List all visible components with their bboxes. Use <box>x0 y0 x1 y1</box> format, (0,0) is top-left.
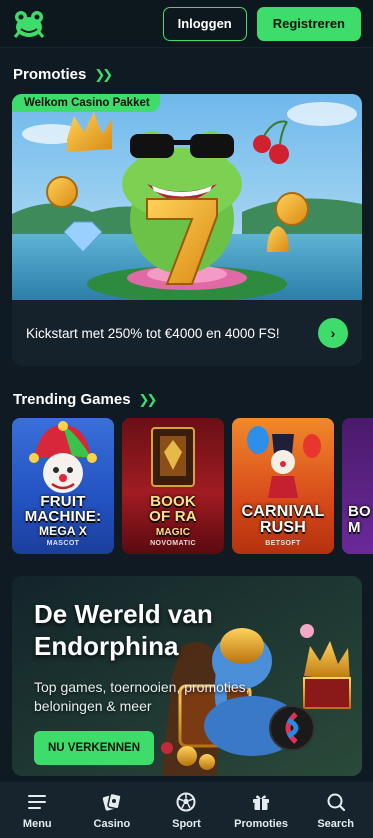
promo-text: Kickstart met 250% tot €4000 en 4000 FS! <box>26 325 280 341</box>
game-title-line3: MEGA X <box>38 524 88 538</box>
endorphina-banner[interactable]: De Wereld van Endorphina Top games, toer… <box>12 576 362 776</box>
banner-subtitle: Top games, toernooien, promoties, beloni… <box>34 679 250 714</box>
game-provider: MASCOT <box>46 540 80 547</box>
casino-chip-icon <box>102 792 122 811</box>
game-title-line2: MACHINE: <box>24 508 102 525</box>
chevrons-right-icon: ❯❯ <box>138 391 158 407</box>
trending-title: Trending Games <box>13 391 131 408</box>
game-title-line1: BOOK <box>150 493 196 510</box>
search-icon <box>327 793 345 811</box>
game-title-line2: OF RA <box>149 508 197 525</box>
banner-title: De Wereld van Endorphina <box>34 598 213 662</box>
promo-card[interactable]: Welkom Casino Pakket Kickstart met 250% … <box>12 94 362 366</box>
nav-label: Search <box>317 817 355 830</box>
top-header: Inloggen Registreren <box>0 0 373 48</box>
nav-label: Sport <box>172 817 201 830</box>
chevrons-right-icon: ❯❯ <box>94 66 113 82</box>
promos-section-header[interactable]: Promoties ❯❯ <box>13 66 113 83</box>
game-title-line1: FRUIT <box>40 493 86 510</box>
login-button[interactable]: Inloggen <box>162 6 247 41</box>
promo-tag: Welkom Casino Pakket <box>12 94 160 112</box>
soccer-ball-icon <box>176 792 196 811</box>
nav-item-sport[interactable]: Sport <box>149 782 224 838</box>
promo-arrow-button[interactable]: › <box>318 318 348 348</box>
banner-title-line2: Endorphina <box>34 631 179 661</box>
game-tile-carnival-rush[interactable]: CARNIVAL RUSH BETSOFT <box>232 418 334 554</box>
game-title-line3: MAGIC <box>155 527 191 538</box>
nav-item-search[interactable]: Search <box>298 782 373 838</box>
game-tile-partial[interactable]: BO M <box>342 418 373 554</box>
jester-illustration <box>29 421 97 493</box>
game-provider: BETSOFT <box>265 540 301 547</box>
game-title-line1: BO <box>348 503 371 520</box>
game-title-line1: CARNIVAL <box>241 503 325 520</box>
nav-label: Menu <box>22 817 52 830</box>
game-tile-book-of-ra[interactable]: BOOK OF RA MAGIC NOVOMATIC <box>122 418 224 554</box>
register-button[interactable]: Registreren <box>256 6 361 41</box>
nav-item-menu[interactable]: Menu <box>0 782 75 838</box>
promo-footer: Kickstart met 250% tot €4000 en 4000 FS!… <box>12 300 362 366</box>
chevron-right-icon: › <box>330 325 336 341</box>
bottom-nav: Menu Casino Sport Promoties Search <box>0 782 373 838</box>
clown-illustration <box>247 426 321 498</box>
nav-label: Promoties <box>234 817 288 830</box>
game-tile-fruit-machine[interactable]: FRUIT MACHINE: MEGA X MASCOT <box>12 418 114 554</box>
menu-icon <box>28 794 47 809</box>
game-title-line2: M <box>348 519 361 536</box>
nav-item-casino[interactable]: Casino <box>75 782 150 838</box>
explore-button[interactable]: NU VERKENNEN <box>34 731 154 765</box>
trending-games-carousel[interactable]: FRUIT MACHINE: MEGA X MASCOT BOOK OF RA … <box>12 418 373 554</box>
game-provider: NOVOMATIC <box>150 540 196 547</box>
book-illustration <box>151 427 195 487</box>
gift-icon <box>253 794 270 810</box>
nav-label: Casino <box>93 817 131 830</box>
game-title-line2: RUSH <box>259 519 307 536</box>
frog-with-lucky-seven-illustration <box>12 94 362 300</box>
frog-logo-icon[interactable] <box>12 9 46 39</box>
nav-item-promoties[interactable]: Promoties <box>224 782 299 838</box>
banner-title-line1: De Wereld van <box>34 599 213 629</box>
trending-section-header[interactable]: Trending Games ❯❯ <box>13 391 158 408</box>
promos-title: Promoties <box>13 66 87 83</box>
